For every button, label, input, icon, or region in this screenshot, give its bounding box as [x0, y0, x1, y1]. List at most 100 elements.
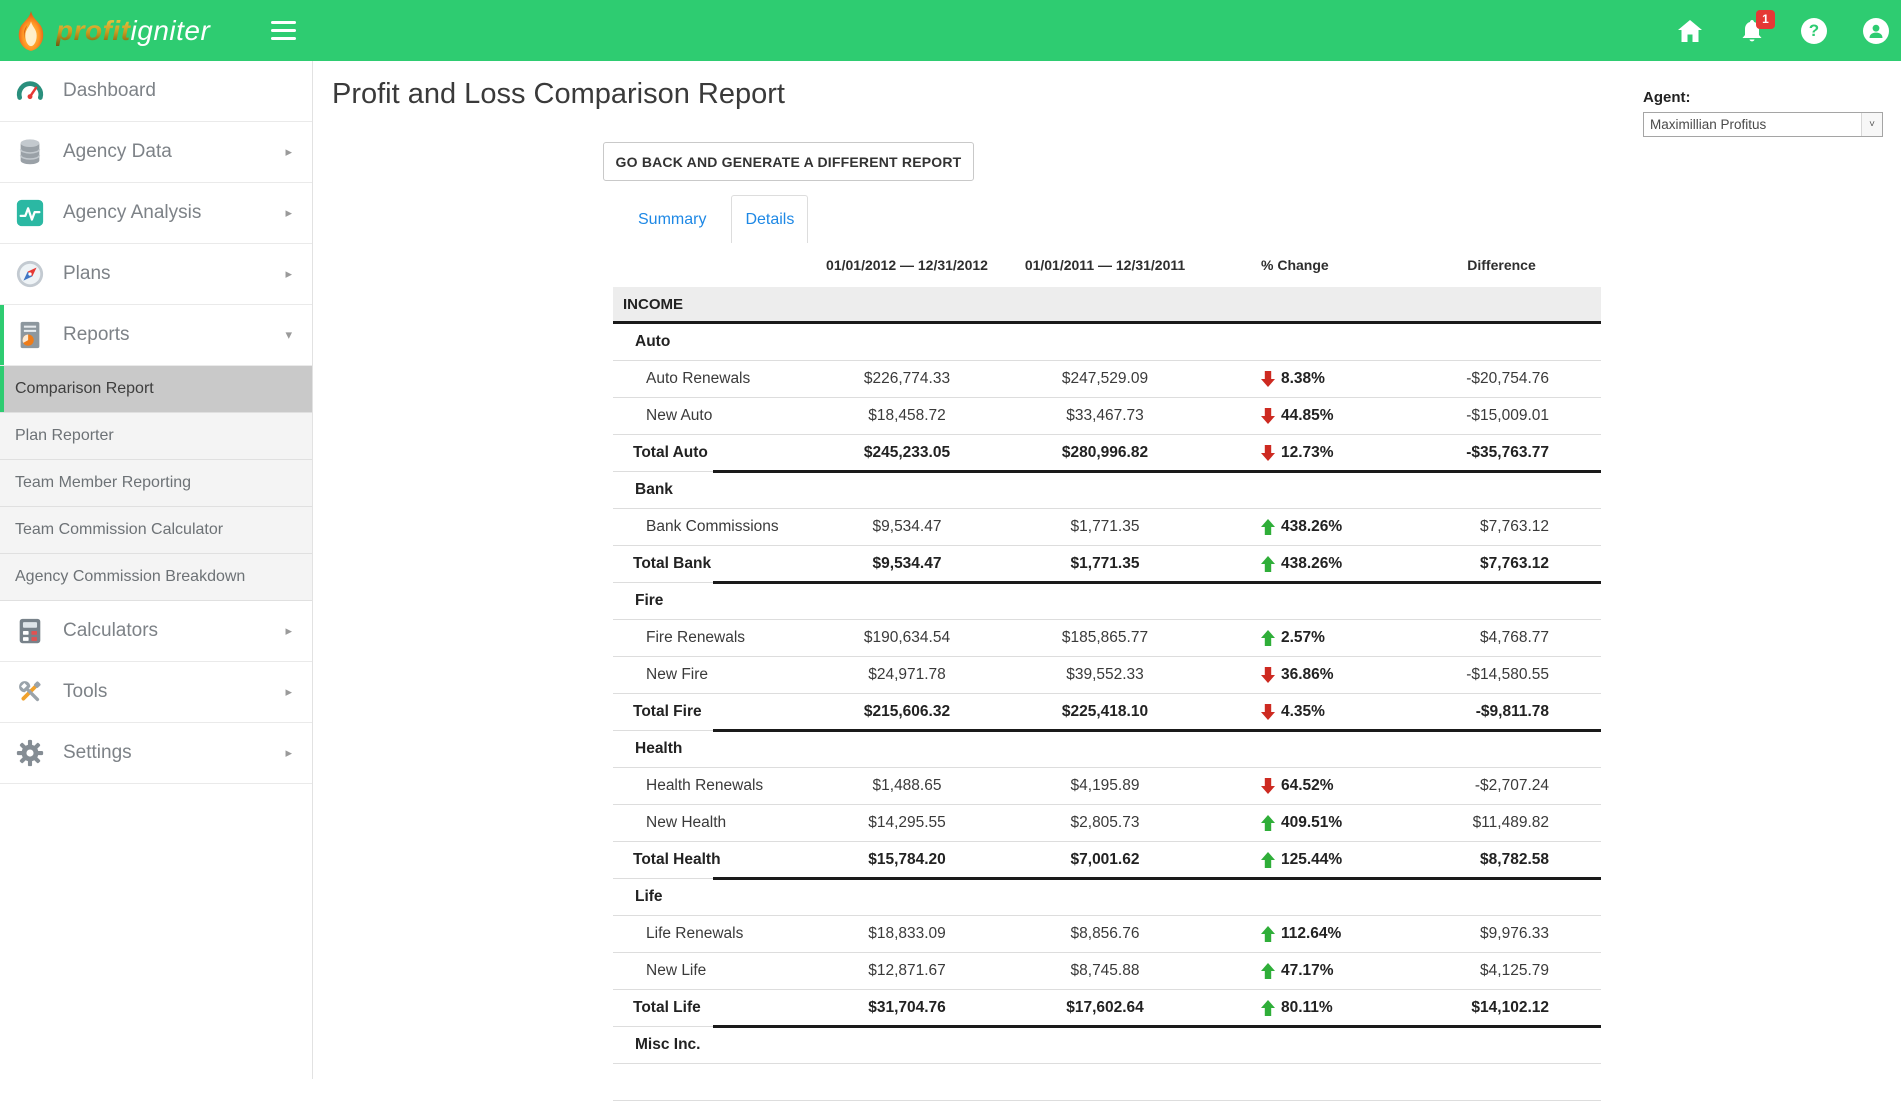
submenu-item-team-member-reporting[interactable]: Team Member Reporting	[0, 460, 312, 507]
report-tabs: Summary Details	[613, 195, 1601, 244]
tab-summary[interactable]: Summary	[613, 195, 731, 244]
pct-value: 125.44%	[1281, 851, 1342, 869]
tab-details[interactable]: Details	[731, 195, 808, 244]
pct-change: 2.57%	[1204, 629, 1402, 647]
main-content: Profit and Loss Comparison Report GO BAC…	[314, 61, 1901, 1079]
go-back-generate-report-button[interactable]: GO BACK AND GENERATE A DIFFERENT REPORT	[603, 142, 974, 181]
value-2012: $18,833.09	[808, 925, 1006, 943]
agent-selector: Agent: Maximillian Profitus ˅	[1643, 89, 1883, 137]
table-row: Health Renewals$1,488.65$4,195.8964.52%-…	[613, 768, 1601, 805]
sidebar-item-dashboard[interactable]: Dashboard	[0, 61, 312, 122]
column-header-period-2012: 01/01/2012 — 12/31/2012	[808, 257, 1006, 273]
pct-change: 4.35%	[1204, 703, 1402, 721]
row-label: New Auto	[613, 407, 808, 425]
pct-value: 80.11%	[1281, 999, 1333, 1017]
menu-toggle-icon[interactable]	[271, 21, 296, 40]
calculator-icon	[15, 616, 45, 646]
submenu-item-agency-commission-breakdown[interactable]: Agency Commission Breakdown	[0, 554, 312, 601]
database-icon	[15, 137, 45, 167]
difference-value: $11,489.82	[1402, 814, 1601, 832]
value-2012: $12,871.67	[808, 962, 1006, 980]
table-row: Fire Renewals$190,634.54$185,865.772.57%…	[613, 620, 1601, 657]
value-2011: $4,195.89	[1006, 777, 1204, 795]
table-row: New Auto$18,458.72$33,467.7344.85%-$15,0…	[613, 398, 1601, 435]
value-2011: $39,552.33	[1006, 666, 1204, 684]
pct-change: 438.26%	[1204, 555, 1402, 573]
sidebar-item-agency-data[interactable]: Agency Data ▸	[0, 122, 312, 183]
chevron-right-icon: ▸	[285, 684, 292, 700]
row-label: Total Auto	[613, 444, 808, 462]
value-2011: $225,418.10	[1006, 703, 1204, 721]
pct-value: 44.85%	[1281, 407, 1334, 425]
submenu-item-team-commission-calculator[interactable]: Team Commission Calculator	[0, 507, 312, 554]
row-label: Life	[613, 888, 808, 906]
sidebar-item-label: Tools	[63, 681, 107, 703]
brand-logo[interactable]: profitigniter	[14, 8, 210, 53]
gear-icon	[15, 738, 45, 768]
table-body: AutoAuto Renewals$226,774.33$247,529.098…	[613, 324, 1601, 1101]
agent-select-dropdown[interactable]: Maximillian Profitus ˅	[1643, 112, 1883, 137]
sidebar-item-reports[interactable]: Reports ▾	[0, 305, 312, 366]
sidebar-item-calculators[interactable]: Calculators ▸	[0, 601, 312, 662]
group-header-row: Auto	[613, 324, 1601, 361]
value-2012: $18,458.72	[808, 407, 1006, 425]
row-label: Total Life	[613, 999, 808, 1017]
row-label: Fire	[613, 592, 808, 610]
difference-value: $4,768.77	[1402, 629, 1601, 647]
value-2012: $190,634.54	[808, 629, 1006, 647]
sidebar-item-agency-analysis[interactable]: Agency Analysis ▸	[0, 183, 312, 244]
table-row: New Life$12,871.67$8,745.8847.17%$4,125.…	[613, 953, 1601, 990]
difference-value: -$9,811.78	[1402, 703, 1601, 721]
row-label: Auto	[613, 333, 808, 351]
value-2011: $8,745.88	[1006, 962, 1204, 980]
row-label: Health Renewals	[613, 777, 808, 795]
value-2012: $226,774.33	[808, 370, 1006, 388]
flame-icon	[14, 10, 48, 52]
difference-value: $7,763.12	[1402, 555, 1601, 573]
up-arrow-icon	[1261, 519, 1275, 535]
difference-value: -$2,707.24	[1402, 777, 1601, 795]
submenu-item-plan-reporter[interactable]: Plan Reporter	[0, 413, 312, 460]
value-2011: $1,771.35	[1006, 555, 1204, 573]
sidebar-item-label: Agency Data	[63, 141, 172, 163]
row-label: Life Renewals	[613, 925, 808, 943]
difference-value: $8,782.58	[1402, 851, 1601, 869]
home-icon[interactable]	[1677, 18, 1703, 44]
value-2011: $185,865.77	[1006, 629, 1204, 647]
top-bar: profitigniter 1 ?	[0, 0, 1901, 61]
sidebar-item-plans[interactable]: Plans ▸	[0, 244, 312, 305]
total-row: Total Life$31,704.76$17,602.6480.11%$14,…	[613, 990, 1601, 1027]
pct-change: 47.17%	[1204, 962, 1402, 980]
up-arrow-icon	[1261, 556, 1275, 572]
down-arrow-icon	[1261, 704, 1275, 720]
column-header-pct-change: % Change	[1204, 257, 1402, 273]
sidebar-item-settings[interactable]: Settings ▸	[0, 723, 312, 784]
sidebar-item-tools[interactable]: Tools ▸	[0, 662, 312, 723]
dashboard-icon	[15, 76, 45, 106]
row-label: New Life	[613, 962, 808, 980]
table-row: Life Renewals$18,833.09$8,856.76112.64%$…	[613, 916, 1601, 953]
brand-name: profitigniter	[56, 15, 210, 47]
notifications-bell-icon[interactable]: 1	[1739, 18, 1765, 44]
pct-change: 125.44%	[1204, 851, 1402, 869]
value-2011: $247,529.09	[1006, 370, 1204, 388]
compass-icon	[15, 259, 45, 289]
column-header-period-2011: 01/01/2011 — 12/31/2011	[1006, 257, 1204, 273]
pct-change: 112.64%	[1204, 925, 1402, 943]
help-icon[interactable]: ?	[1801, 18, 1827, 44]
pct-value: 409.51%	[1281, 814, 1342, 832]
table-section-income: INCOME	[613, 287, 1601, 324]
pct-change: 44.85%	[1204, 407, 1402, 425]
group-header-row: Fire	[613, 583, 1601, 620]
group-header-row: Bank	[613, 472, 1601, 509]
value-2012: $31,704.76	[808, 999, 1006, 1017]
row-label: Total Health	[613, 851, 808, 869]
notification-count-badge: 1	[1756, 10, 1775, 29]
row-label: New Health	[613, 814, 808, 832]
submenu-item-comparison-report[interactable]: Comparison Report	[0, 366, 312, 413]
user-account-icon[interactable]	[1863, 18, 1889, 44]
pct-change: 12.73%	[1204, 444, 1402, 462]
table-row: New Fire$24,971.78$39,552.3336.86%-$14,5…	[613, 657, 1601, 694]
pct-change: 64.52%	[1204, 777, 1402, 795]
dropdown-arrow-icon: ˅	[1861, 113, 1882, 136]
